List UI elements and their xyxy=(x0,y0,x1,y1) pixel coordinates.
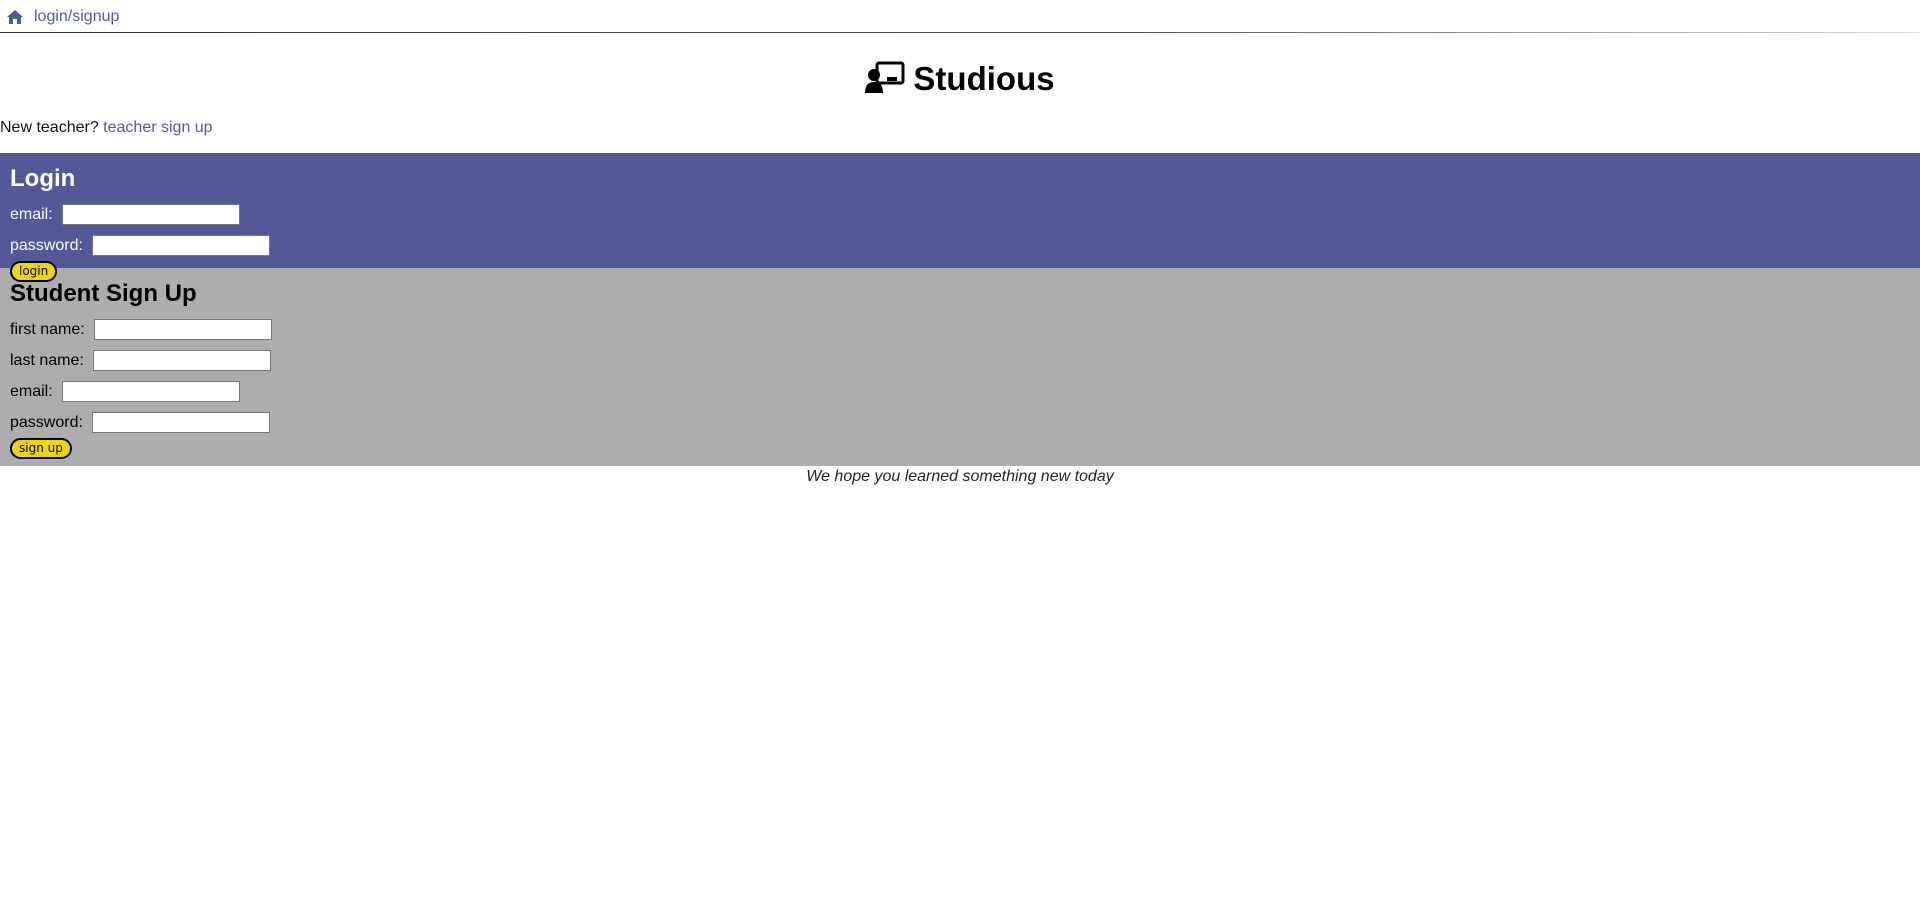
login-heading: Login xyxy=(10,165,76,192)
signup-last-name-input[interactable] xyxy=(92,350,271,371)
signup-button[interactable]: sign up xyxy=(10,438,72,459)
signup-password-input[interactable] xyxy=(91,412,270,433)
top-nav: login/signup xyxy=(0,0,1920,34)
login-button[interactable]: login xyxy=(10,261,58,282)
teacher-signup-link[interactable]: teacher sign up xyxy=(103,119,212,136)
signup-last-row: last name: xyxy=(10,345,1910,376)
login-email-input[interactable] xyxy=(61,204,240,225)
signup-last-label: last name: xyxy=(10,351,84,369)
login-panel: Login email: password: login xyxy=(0,153,1920,282)
signup-email-input[interactable] xyxy=(61,381,240,402)
new-teacher-line: New teacher? teacher sign up xyxy=(0,118,1920,153)
chalkboard-teacher-icon xyxy=(865,61,905,98)
footer-message: We hope you learned something new today xyxy=(806,468,1114,485)
login-password-row: password: xyxy=(10,230,1910,261)
signup-first-row: first name: xyxy=(10,314,1910,345)
signup-heading: Student Sign Up xyxy=(10,280,197,307)
signup-first-name-input[interactable] xyxy=(93,319,272,340)
breadcrumb-login-signup[interactable]: login/signup xyxy=(34,8,119,26)
login-email-label: email: xyxy=(10,205,53,223)
student-signup-panel: Student Sign Up first name: last name: e… xyxy=(0,268,1920,466)
home-icon[interactable] xyxy=(6,9,24,25)
login-password-input[interactable] xyxy=(91,235,270,256)
new-teacher-prefix: New teacher? xyxy=(0,119,99,136)
signup-email-label: email: xyxy=(10,382,53,400)
brand-header: Studious xyxy=(0,34,1920,124)
signup-password-label: password: xyxy=(10,413,83,431)
page-title: Studious xyxy=(913,60,1055,97)
signup-first-label: first name: xyxy=(10,320,85,338)
signup-password-row: password: xyxy=(10,407,1910,438)
login-password-label: password: xyxy=(10,236,83,254)
signup-email-row: email: xyxy=(10,376,1910,407)
login-email-row: email: xyxy=(10,199,1910,230)
